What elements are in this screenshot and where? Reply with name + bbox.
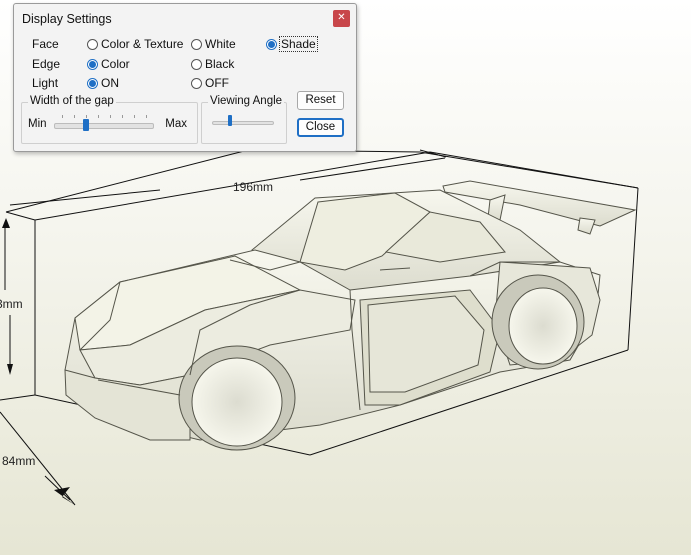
option-label: White: [205, 37, 236, 51]
viewing-angle-title: Viewing Angle: [208, 95, 285, 107]
face-option-shade[interactable]: Shade: [266, 36, 318, 52]
dimension-arrow-bottom: [54, 487, 75, 505]
gap-slider-thumb[interactable]: [83, 119, 90, 131]
radio-icon: [191, 38, 202, 50]
slider-tick: [110, 115, 111, 118]
option-label: Color & Texture: [101, 37, 184, 51]
edge-option-color[interactable]: Color: [87, 57, 130, 71]
viewing-angle-slider-thumb[interactable]: [228, 115, 232, 126]
slider-tick: [98, 115, 99, 118]
radio-selected-icon: [266, 38, 277, 50]
display-settings-dialog: Display Settings ✕ Face Color & Texture …: [13, 3, 357, 152]
radio-icon: [191, 58, 202, 70]
radio-selected-icon: [87, 58, 98, 70]
gap-min-label: Min: [28, 118, 47, 130]
option-label: OFF: [205, 76, 229, 90]
radio-icon: [87, 38, 98, 50]
reset-button[interactable]: Reset: [297, 91, 344, 110]
light-option-on[interactable]: ON: [87, 76, 119, 90]
slider-tick: [146, 115, 147, 118]
dimension-arrow-top: [2, 218, 10, 228]
option-label: Shade: [279, 36, 318, 52]
face-option-color-texture[interactable]: Color & Texture: [87, 37, 183, 51]
radio-selected-icon: [87, 77, 98, 89]
edge-label: Edge: [32, 57, 61, 71]
face-option-white[interactable]: White: [191, 37, 236, 51]
viewing-angle-slider[interactable]: [212, 121, 274, 125]
slider-tick: [134, 115, 135, 118]
gap-width-title: Width of the gap: [28, 95, 116, 107]
light-option-off[interactable]: OFF: [191, 76, 229, 90]
option-label: ON: [101, 76, 119, 90]
width-dimension-label: 84mm: [2, 454, 35, 468]
close-icon[interactable]: ✕: [333, 10, 350, 27]
slider-tick: [74, 115, 75, 118]
slider-tick: [86, 115, 87, 118]
edge-option-black[interactable]: Black: [191, 57, 234, 71]
slider-tick: [62, 115, 63, 118]
radio-icon: [191, 77, 202, 89]
height-dimension-label: 3mm: [0, 297, 23, 311]
light-label: Light: [32, 76, 59, 90]
gap-slider[interactable]: [54, 123, 154, 129]
viewing-angle-group: Viewing Angle: [201, 95, 287, 144]
length-dimension-label: 196mm: [233, 180, 273, 194]
dimension-arrow-left: [7, 364, 13, 375]
slider-tick: [122, 115, 123, 118]
face-label: Face: [32, 37, 59, 51]
option-label: Color: [101, 57, 130, 71]
dialog-title: Display Settings: [22, 12, 112, 26]
car-model[interactable]: [64, 180, 637, 451]
close-button[interactable]: Close: [297, 118, 344, 137]
gap-max-label: Max: [165, 118, 187, 130]
option-label: Black: [205, 57, 235, 71]
gap-width-group: Width of the gap Min Max: [21, 95, 198, 144]
